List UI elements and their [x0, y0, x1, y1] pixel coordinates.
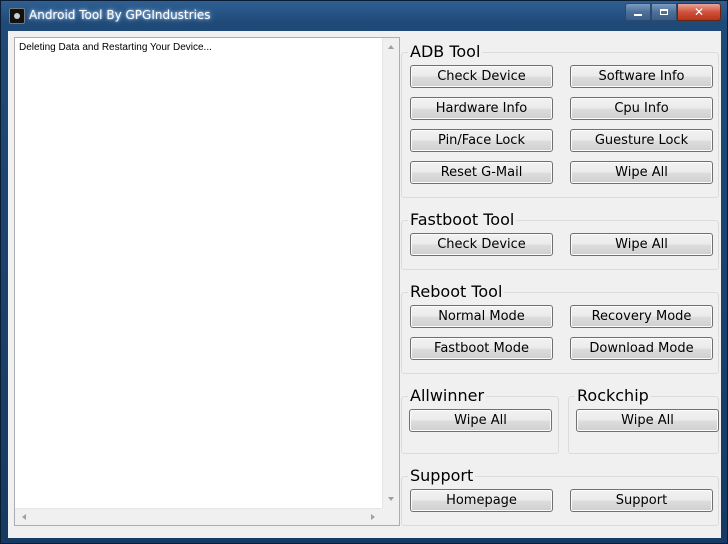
maximize-button[interactable] — [651, 3, 677, 21]
scroll-right-icon[interactable] — [371, 514, 375, 520]
reboot-recovery-mode-button[interactable]: Recovery Mode — [570, 305, 713, 328]
app-window: Android Tool By GPGIndustries ✕ Deleting… — [0, 0, 728, 544]
fastboot-check-device-button[interactable]: Check Device — [410, 233, 553, 256]
minimize-button[interactable] — [625, 3, 651, 21]
client-area: Deleting Data and Restarting Your Device… — [8, 31, 721, 538]
allwinner-group: Allwinner Wipe All — [401, 386, 559, 454]
vertical-scrollbar[interactable] — [382, 38, 399, 508]
scroll-up-icon[interactable] — [388, 45, 394, 49]
fastboot-wipe-all-button[interactable]: Wipe All — [570, 233, 713, 256]
adb-reset-gmail-button[interactable]: Reset G-Mail — [410, 161, 553, 184]
rockchip-group: Rockchip Wipe All — [568, 386, 719, 454]
minimize-icon — [634, 14, 642, 16]
log-output[interactable]: Deleting Data and Restarting Your Device… — [14, 37, 400, 526]
support-group: Support Homepage Support — [401, 466, 719, 526]
allwinner-wipe-all-button[interactable]: Wipe All — [409, 409, 552, 432]
reboot-tool-title: Reboot Tool — [408, 282, 505, 301]
reboot-normal-mode-button[interactable]: Normal Mode — [410, 305, 553, 328]
close-icon: ✕ — [693, 5, 705, 19]
adb-cpu-info-button[interactable]: Cpu Info — [570, 97, 713, 120]
adb-tool-group: ADB Tool Check Device Software Info Hard… — [401, 42, 719, 198]
homepage-button[interactable]: Homepage — [410, 489, 553, 512]
scroll-left-icon[interactable] — [22, 514, 26, 520]
allwinner-title: Allwinner — [408, 386, 487, 405]
reboot-fastboot-mode-button[interactable]: Fastboot Mode — [410, 337, 553, 360]
fastboot-tool-group: Fastboot Tool Check Device Wipe All — [401, 210, 719, 270]
adb-pin-face-lock-button[interactable]: Pin/Face Lock — [410, 129, 553, 152]
support-title: Support — [408, 466, 476, 485]
adb-tool-title: ADB Tool — [408, 42, 483, 61]
adb-hardware-info-button[interactable]: Hardware Info — [410, 97, 553, 120]
rockchip-title: Rockchip — [575, 386, 651, 405]
reboot-download-mode-button[interactable]: Download Mode — [570, 337, 713, 360]
adb-check-device-button[interactable]: Check Device — [410, 65, 553, 88]
scroll-down-icon[interactable] — [388, 497, 394, 501]
adb-guesture-lock-button[interactable]: Guesture Lock — [570, 129, 713, 152]
reboot-tool-group: Reboot Tool Normal Mode Recovery Mode Fa… — [401, 282, 719, 374]
adb-software-info-button[interactable]: Software Info — [570, 65, 713, 88]
rockchip-wipe-all-button[interactable]: Wipe All — [576, 409, 719, 432]
app-icon[interactable] — [9, 8, 25, 24]
close-button[interactable]: ✕ — [677, 3, 721, 21]
caption-buttons: ✕ — [625, 3, 721, 21]
horizontal-scrollbar[interactable] — [15, 508, 382, 525]
title-bar[interactable]: Android Tool By GPGIndustries ✕ — [1, 1, 727, 31]
log-text: Deleting Data and Restarting Your Device… — [19, 42, 212, 53]
maximize-icon — [660, 9, 668, 15]
window-title: Android Tool By GPGIndustries — [29, 8, 211, 22]
support-button[interactable]: Support — [570, 489, 713, 512]
fastboot-tool-title: Fastboot Tool — [408, 210, 517, 229]
adb-wipe-all-button[interactable]: Wipe All — [570, 161, 713, 184]
scrollbar-corner — [382, 508, 399, 525]
